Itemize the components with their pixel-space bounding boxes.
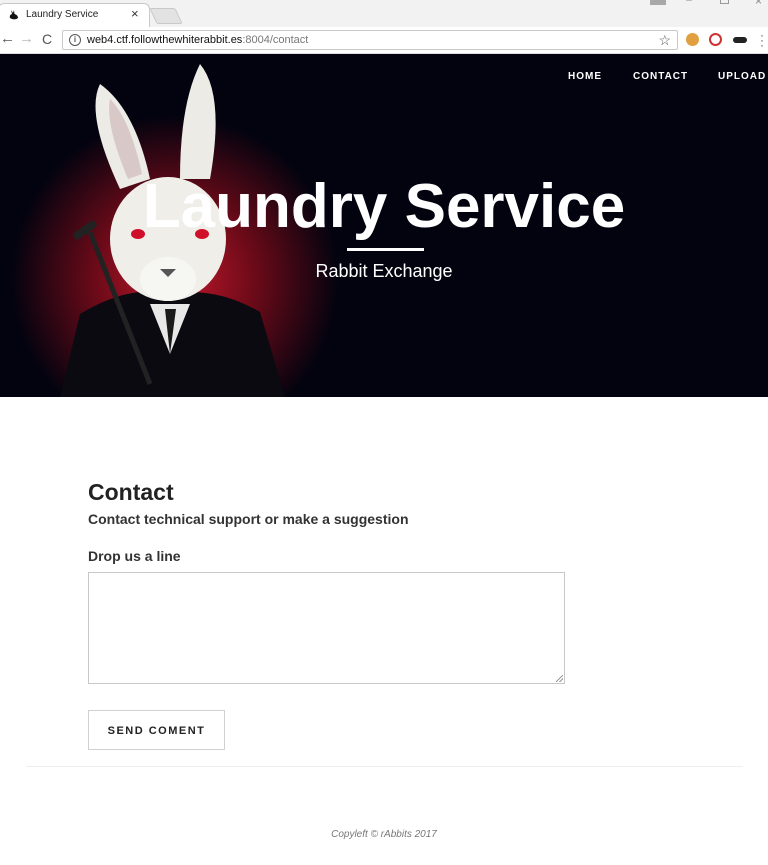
- footer-copyright: Copyleft © rAbbits 2017: [331, 829, 437, 840]
- site-subtitle: Rabbit Exchange: [315, 261, 453, 281]
- url-text[interactable]: web4.ctf.followthewhiterabbit.es:8004/co…: [87, 34, 308, 46]
- bookmark-star-icon[interactable]: ☆: [658, 32, 671, 49]
- message-textarea[interactable]: [88, 572, 565, 684]
- forward-arrow-icon[interactable]: →: [19, 31, 34, 47]
- mask-extension-icon[interactable]: [733, 37, 747, 43]
- block-extension-icon[interactable]: [709, 33, 722, 46]
- message-label: Drop us a line: [88, 548, 181, 564]
- maximize-icon[interactable]: [720, 0, 729, 4]
- site-title: Laundry Service: [142, 172, 626, 241]
- textarea-resize-handle[interactable]: [556, 675, 563, 682]
- browser-tab[interactable]: Laundry Service ×: [0, 3, 150, 27]
- page-title: Contact: [88, 479, 174, 505]
- tab-close-icon[interactable]: ×: [131, 7, 139, 21]
- title-underline: [347, 248, 424, 251]
- minimize-icon[interactable]: –: [686, 0, 692, 6]
- footer-divider: [26, 766, 743, 767]
- browser-tab-strip: Laundry Service × – ×: [0, 0, 768, 27]
- rabbit-favicon-icon: [9, 10, 18, 20]
- profile-icon[interactable]: [650, 0, 666, 5]
- cookie-extension-icon[interactable]: [686, 33, 699, 46]
- tab-title: Laundry Service: [26, 9, 99, 20]
- send-comment-button[interactable]: SEND COMENT: [88, 710, 225, 750]
- window-close-icon[interactable]: ×: [755, 0, 762, 8]
- browser-toolbar: ← → C i web4.ctf.followthewhiterabbit.es…: [0, 27, 768, 54]
- contact-subtitle: Contact technical support or make a sugg…: [88, 511, 409, 527]
- nav-upload-link[interactable]: UPLOAD: [718, 71, 766, 82]
- nav-home-link[interactable]: HOME: [568, 71, 602, 82]
- new-tab-button[interactable]: [149, 8, 183, 24]
- browser-menu-icon[interactable]: · · ·: [760, 29, 764, 51]
- url-path: :8004/contact: [242, 34, 309, 46]
- reload-icon[interactable]: C: [42, 31, 52, 47]
- address-bar[interactable]: i web4.ctf.followthewhiterabbit.es:8004/…: [62, 30, 678, 50]
- back-arrow-icon[interactable]: ←: [0, 31, 15, 47]
- info-icon[interactable]: i: [69, 34, 81, 46]
- hero-banner: HOME CONTACT UPLOAD Laundry Service Rabb…: [0, 54, 768, 397]
- nav-contact-link[interactable]: CONTACT: [633, 71, 688, 82]
- url-host: web4.ctf.followthewhiterabbit.es: [87, 34, 243, 46]
